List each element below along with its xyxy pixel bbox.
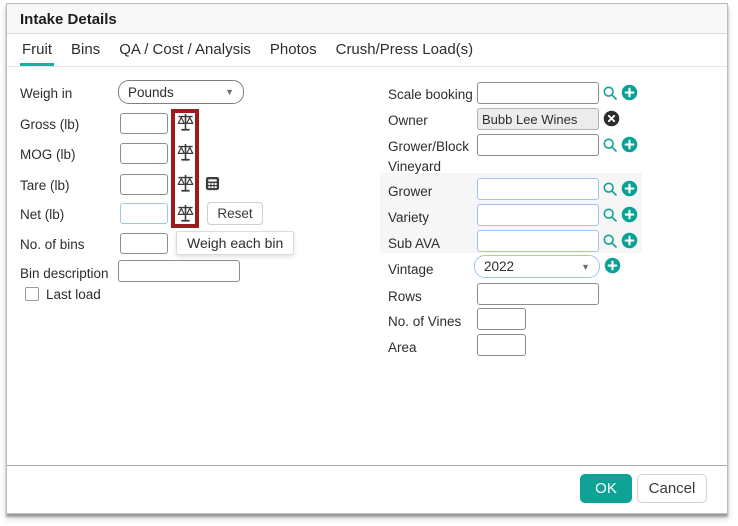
tab-bins[interactable]: Bins bbox=[69, 41, 102, 66]
tab-photos[interactable]: Photos bbox=[268, 41, 319, 66]
chevron-down-icon: ▼ bbox=[225, 87, 234, 97]
intake-details-dialog: Intake Details Fruit Bins QA / Cost / An… bbox=[6, 3, 728, 514]
vintage-dropdown[interactable]: 2022 ▼ bbox=[474, 255, 600, 278]
search-icon[interactable] bbox=[602, 85, 618, 101]
mog-label: MOG (lb) bbox=[20, 147, 76, 162]
mog-input[interactable] bbox=[120, 143, 168, 164]
dialog-title: Intake Details bbox=[20, 11, 117, 28]
bin-description-input[interactable] bbox=[118, 260, 240, 282]
vineyard-label: Vineyard bbox=[388, 159, 442, 174]
add-icon[interactable] bbox=[621, 180, 638, 197]
gross-label: Gross (lb) bbox=[20, 117, 80, 132]
clear-icon[interactable] bbox=[603, 110, 620, 127]
net-label: Net (lb) bbox=[20, 207, 65, 222]
variety-label: Variety bbox=[388, 210, 430, 225]
scale-booking-label: Scale booking bbox=[388, 87, 473, 102]
grower-label: Grower bbox=[388, 184, 433, 199]
tare-input[interactable] bbox=[120, 174, 168, 195]
tab-fruit[interactable]: Fruit bbox=[20, 41, 54, 66]
highlight-annotation-box bbox=[171, 109, 199, 228]
owner-label: Owner bbox=[388, 113, 428, 128]
last-load-checkbox[interactable] bbox=[25, 287, 39, 301]
area-label: Area bbox=[388, 340, 417, 355]
tab-qa-cost-analysis[interactable]: QA / Cost / Analysis bbox=[117, 41, 253, 66]
sub-ava-input[interactable] bbox=[477, 230, 599, 252]
bins-count-label: No. of bins bbox=[20, 237, 85, 252]
reset-button[interactable]: Reset bbox=[207, 202, 263, 225]
add-icon[interactable] bbox=[621, 232, 638, 249]
last-load-label: Last load bbox=[46, 287, 101, 302]
add-icon[interactable] bbox=[604, 257, 621, 274]
search-icon[interactable] bbox=[602, 137, 618, 153]
rows-label: Rows bbox=[388, 289, 422, 304]
bin-description-label: Bin description bbox=[20, 266, 109, 281]
tare-label: Tare (lb) bbox=[20, 178, 70, 193]
ok-button[interactable]: OK bbox=[580, 474, 632, 503]
search-icon[interactable] bbox=[602, 207, 618, 223]
weigh-in-value: Pounds bbox=[128, 84, 174, 100]
search-icon[interactable] bbox=[602, 181, 618, 197]
rows-input[interactable] bbox=[477, 283, 599, 305]
weigh-in-label: Weigh in bbox=[20, 86, 73, 101]
weigh-each-bin-tooltip: Weigh each bin bbox=[176, 231, 295, 255]
grower-block-input[interactable] bbox=[477, 134, 599, 156]
dialog-titlebar: Intake Details bbox=[7, 4, 727, 34]
calculator-icon[interactable] bbox=[205, 176, 220, 191]
net-input[interactable] bbox=[120, 203, 168, 224]
cancel-button[interactable]: Cancel bbox=[637, 474, 707, 503]
grower-input[interactable] bbox=[477, 178, 599, 200]
add-icon[interactable] bbox=[621, 136, 638, 153]
chevron-down-icon: ▼ bbox=[581, 261, 590, 272]
sub-ava-label: Sub AVA bbox=[388, 236, 441, 251]
variety-input[interactable] bbox=[477, 204, 599, 226]
add-icon[interactable] bbox=[621, 84, 638, 101]
vines-input[interactable] bbox=[477, 308, 526, 330]
vintage-label: Vintage bbox=[388, 262, 434, 277]
weigh-in-dropdown[interactable]: Pounds ▼ bbox=[118, 80, 244, 104]
vines-label: No. of Vines bbox=[388, 314, 462, 329]
screen: Intake Details Fruit Bins QA / Cost / An… bbox=[0, 0, 738, 526]
bins-count-input[interactable] bbox=[120, 233, 168, 254]
search-icon[interactable] bbox=[602, 233, 618, 249]
area-input[interactable] bbox=[477, 334, 526, 356]
gross-input[interactable] bbox=[120, 113, 168, 134]
tab-bar: Fruit Bins QA / Cost / Analysis Photos C… bbox=[7, 34, 727, 67]
vintage-value: 2022 bbox=[484, 259, 515, 274]
scale-booking-input[interactable] bbox=[477, 82, 599, 104]
owner-input[interactable] bbox=[477, 108, 599, 130]
grower-block-label: Grower/Block bbox=[388, 139, 470, 154]
add-icon[interactable] bbox=[621, 206, 638, 223]
tab-crush-press-loads[interactable]: Crush/Press Load(s) bbox=[334, 41, 476, 66]
